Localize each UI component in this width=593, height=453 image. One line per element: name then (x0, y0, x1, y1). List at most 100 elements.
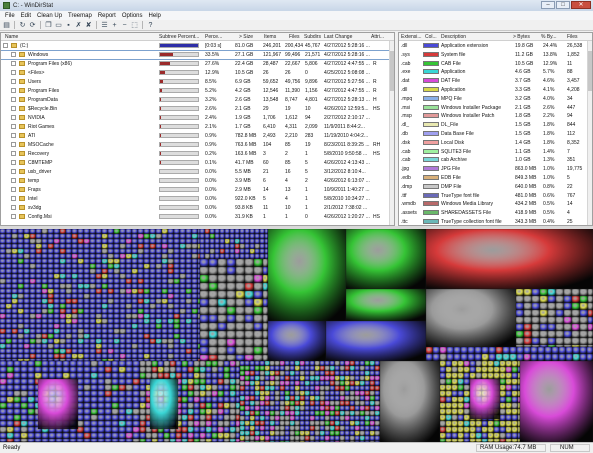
treemap-cell[interactable] (493, 372, 501, 380)
treemap-cell[interactable] (149, 283, 157, 290)
treemap-cell[interactable] (369, 410, 376, 417)
treemap-cell[interactable] (254, 400, 261, 407)
treemap-cell[interactable] (284, 430, 291, 437)
treemap-cell[interactable] (217, 396, 225, 404)
treemap-cell[interactable] (239, 405, 246, 412)
treemap-cell[interactable] (191, 348, 199, 355)
treemap-cell[interactable] (125, 278, 133, 285)
treemap-cell[interactable] (149, 288, 157, 295)
treemap-cell[interactable] (539, 309, 549, 318)
treemap-cell[interactable] (6, 390, 15, 398)
treemap-cell[interactable] (284, 370, 291, 377)
treemap-cell[interactable] (197, 308, 201, 315)
treemap-cell[interactable] (339, 385, 346, 392)
treemap-cell[interactable] (284, 395, 291, 402)
treemap-cell[interactable] (35, 318, 43, 325)
treemap-cell[interactable] (555, 302, 565, 311)
treemap-cell[interactable] (369, 420, 376, 427)
treemap-cell[interactable] (5, 343, 13, 350)
treemap-cell[interactable] (125, 338, 133, 345)
treemap-cell[interactable] (95, 248, 103, 255)
treemap-cell[interactable] (345, 229, 427, 290)
treemap-cell[interactable] (457, 390, 465, 398)
treemap-cell[interactable] (149, 338, 157, 345)
treemap-cell[interactable] (217, 390, 225, 398)
treemap-cell[interactable] (185, 313, 193, 320)
treemap-cell[interactable] (23, 318, 31, 325)
treemap-cell[interactable] (125, 233, 133, 240)
treemap-cell[interactable] (137, 358, 145, 362)
treemap-cell[interactable] (41, 303, 49, 310)
treemap-cell[interactable] (234, 253, 241, 260)
treemap-cell[interactable] (0, 278, 7, 285)
treemap-cell[interactable] (132, 414, 141, 422)
treemap-cell[interactable] (579, 353, 588, 362)
treemap-cell[interactable] (167, 243, 175, 250)
treemap-cell[interactable] (47, 258, 55, 265)
treemap-cell[interactable] (125, 420, 134, 428)
treemap-cell[interactable] (354, 360, 361, 367)
treemap-cell[interactable] (517, 366, 521, 374)
treemap-cell[interactable] (511, 372, 519, 380)
treemap-cell[interactable] (71, 229, 79, 235)
col-percent[interactable]: Perce... (205, 34, 222, 40)
treemap-cell[interactable] (173, 338, 181, 345)
treemap-cell[interactable] (59, 278, 67, 285)
treemap-cell[interactable] (29, 298, 37, 305)
treemap-cell[interactable] (284, 405, 291, 412)
treemap-cell[interactable] (219, 243, 226, 250)
treemap-cell[interactable] (143, 253, 151, 260)
treemap-cell[interactable] (209, 243, 216, 250)
treemap-cell[interactable] (111, 414, 120, 422)
treemap-cell[interactable] (41, 358, 49, 362)
treemap-cell[interactable] (27, 360, 36, 368)
treemap-cell[interactable] (48, 360, 57, 368)
treemap-cell[interactable] (77, 348, 85, 355)
properties-icon[interactable]: ☰ (100, 21, 109, 30)
treemap-cell[interactable] (199, 322, 210, 332)
treemap-cell[interactable] (90, 366, 99, 374)
directory-row[interactable]: sv3dg 0.0% 93.8 KB 11 10 1 2/1/2012 7:38:02 ..… (1, 204, 394, 212)
treemap-cell[interactable] (254, 420, 261, 427)
treemap-cell[interactable] (324, 435, 331, 442)
treemap-cell[interactable] (125, 396, 134, 404)
treemap-cell[interactable] (445, 432, 453, 440)
treemap-cell[interactable] (229, 229, 236, 235)
treemap-cell[interactable] (41, 348, 49, 355)
treemap-cell[interactable] (571, 288, 581, 297)
treemap-cell[interactable] (457, 372, 465, 380)
treemap-cell[interactable] (197, 343, 201, 350)
treemap-cell[interactable] (217, 378, 225, 386)
treemap-cell[interactable] (5, 348, 13, 355)
treemap-cell[interactable] (214, 238, 221, 245)
treemap-cell[interactable] (65, 288, 73, 295)
treemap-cell[interactable] (208, 322, 219, 332)
treemap-cell[interactable] (149, 328, 157, 335)
treemap-cell[interactable] (244, 435, 251, 442)
treemap-cell[interactable] (0, 258, 7, 265)
treemap-cell[interactable] (217, 322, 228, 332)
treemap-cell[interactable] (457, 426, 465, 434)
treemap-cell[interactable] (131, 243, 139, 250)
treemap-cell[interactable] (547, 330, 557, 339)
treemap-cell[interactable] (224, 233, 231, 240)
treemap-cell[interactable] (35, 268, 43, 275)
treemap-cell[interactable] (249, 229, 256, 235)
treemap-cell[interactable] (249, 375, 256, 382)
treemap-cell[interactable] (299, 420, 306, 427)
treemap-cell[interactable] (41, 308, 49, 315)
treemap-cell[interactable] (5, 243, 13, 250)
treemap-cell[interactable] (41, 293, 49, 300)
treemap-cell[interactable] (77, 248, 85, 255)
treemap-cell[interactable] (374, 430, 381, 437)
treemap-cell[interactable] (107, 343, 115, 350)
treemap-cell[interactable] (113, 263, 121, 270)
treemap-cell[interactable] (339, 430, 346, 437)
zoom-in-icon[interactable]: + (110, 21, 119, 30)
treemap-cell[interactable] (191, 268, 199, 275)
treemap-cell[interactable] (235, 314, 246, 324)
treemap-cell[interactable] (185, 229, 193, 235)
treemap-cell[interactable] (95, 348, 103, 355)
directory-scrollbar[interactable] (389, 41, 394, 225)
treemap-cell[interactable] (90, 426, 99, 434)
